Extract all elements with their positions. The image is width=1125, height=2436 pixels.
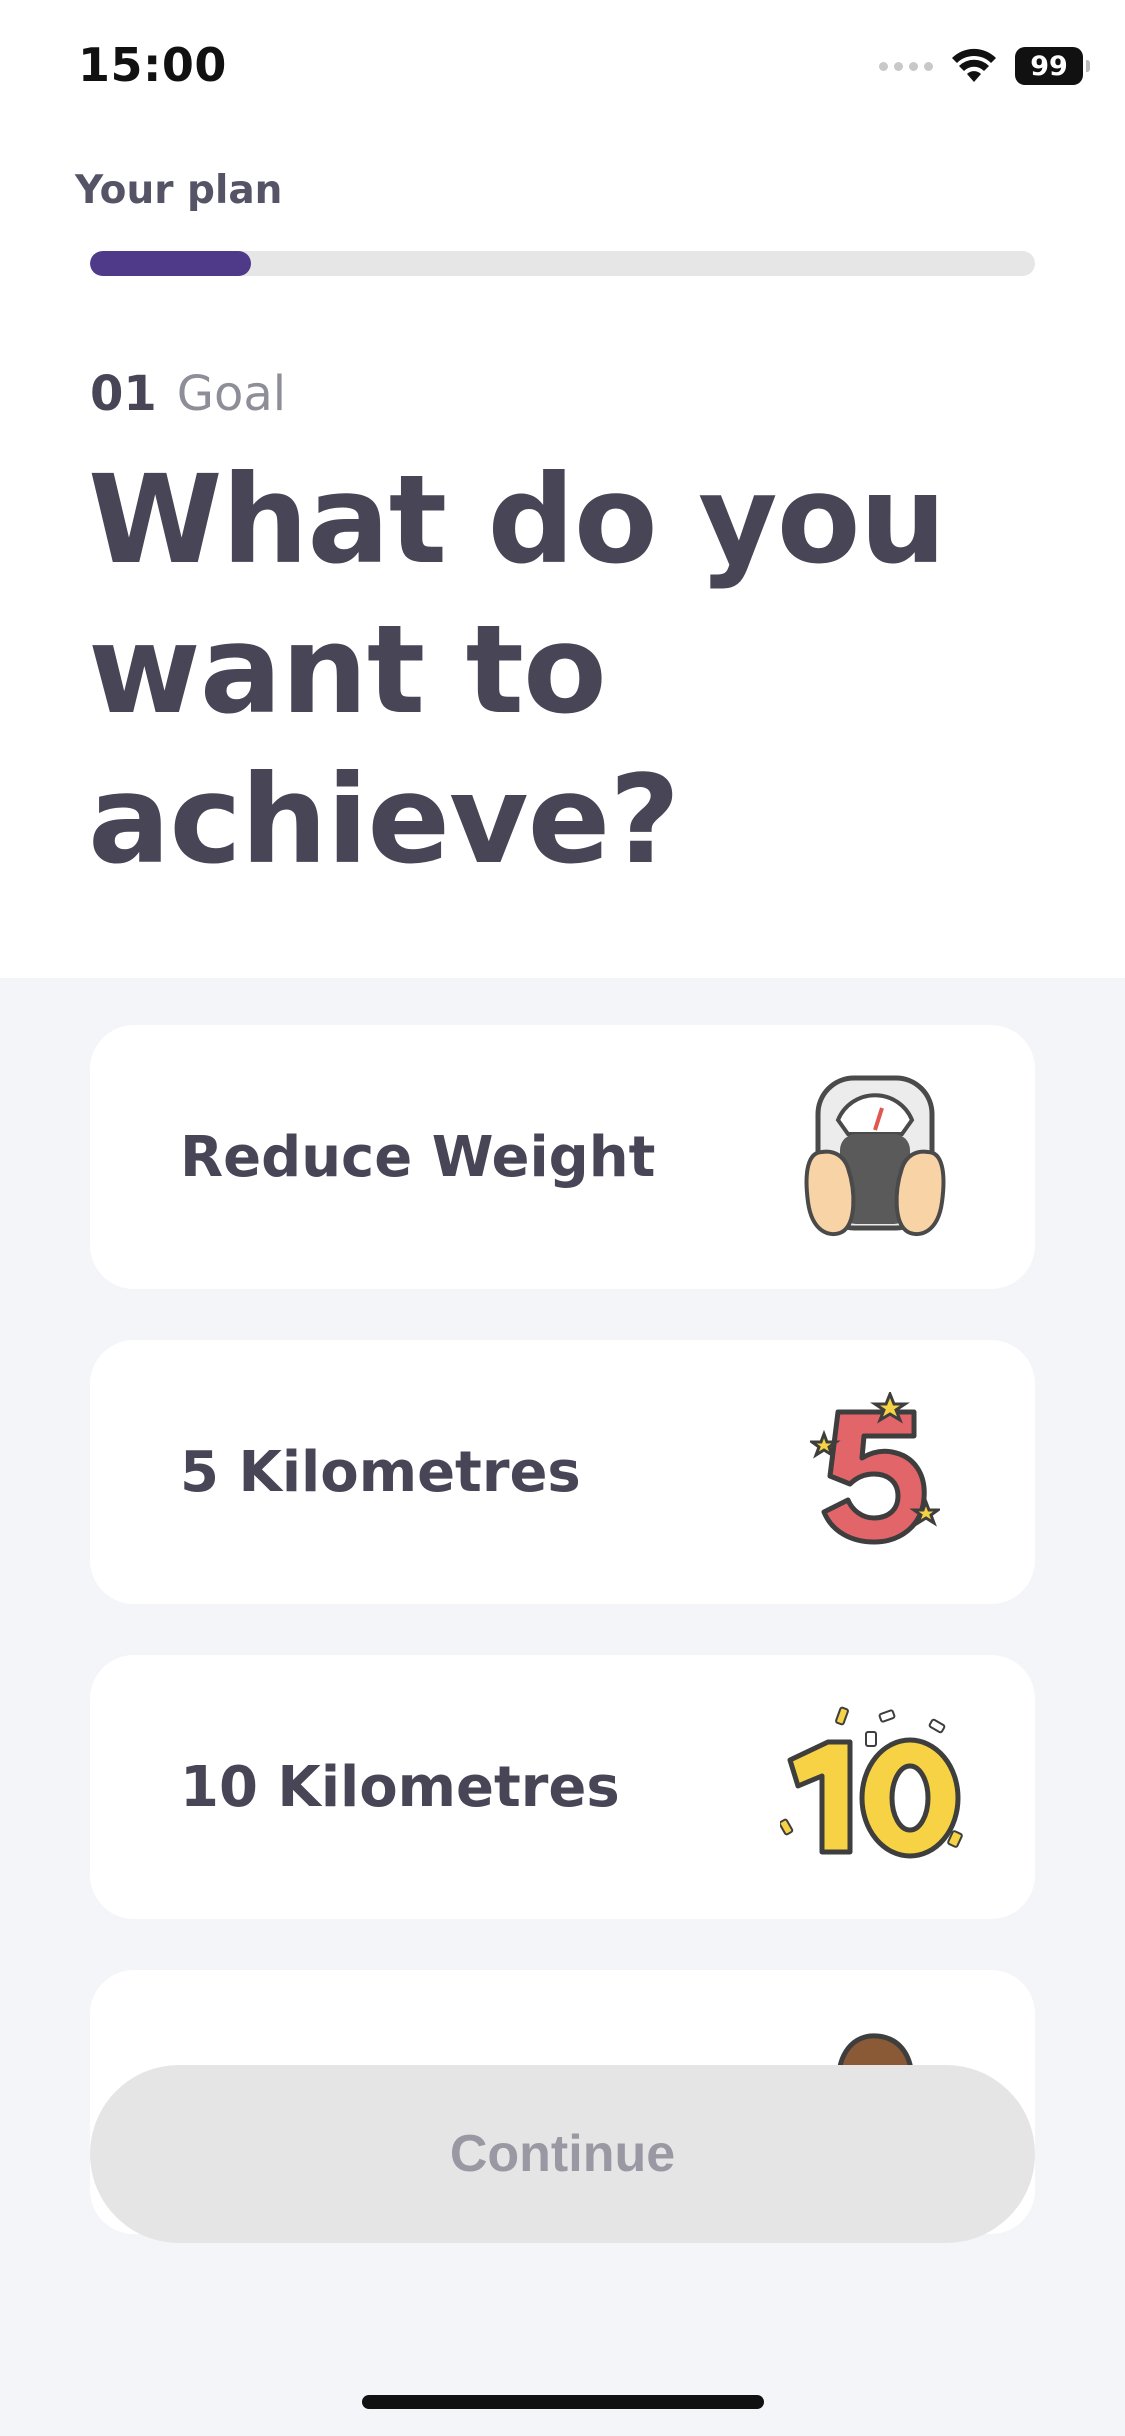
home-indicator: [362, 2395, 764, 2409]
status-bar: 15:00 99: [0, 0, 1125, 135]
option-label: Reduce Weight: [180, 1124, 656, 1190]
number-five-icon: [775, 1382, 975, 1562]
signal-icon: [879, 61, 933, 71]
battery-icon: 99: [1015, 47, 1090, 85]
page-title: What do you want to achieve?: [88, 449, 946, 891]
option-5-kilometres[interactable]: 5 Kilometres: [90, 1340, 1035, 1604]
step-indicator: 01 Goal: [90, 366, 286, 422]
continue-button[interactable]: Continue: [90, 2065, 1035, 2243]
status-icons: 99: [879, 44, 1090, 88]
number-ten-icon: [775, 1697, 975, 1877]
option-label: 5 Kilometres: [180, 1439, 581, 1505]
scale-icon: [775, 1067, 975, 1247]
wifi-icon: [952, 48, 996, 82]
option-reduce-weight[interactable]: Reduce Weight: [90, 1025, 1035, 1289]
progress-fill: [90, 251, 251, 276]
status-time: 15:00: [78, 38, 227, 92]
step-name: Goal: [176, 366, 287, 422]
progress-bar: [90, 251, 1035, 276]
step-number: 01: [90, 366, 157, 422]
plan-label: Your plan: [75, 168, 283, 213]
option-label: 10 Kilometres: [180, 1754, 620, 1820]
option-10-kilometres[interactable]: 10 Kilometres: [90, 1655, 1035, 1919]
